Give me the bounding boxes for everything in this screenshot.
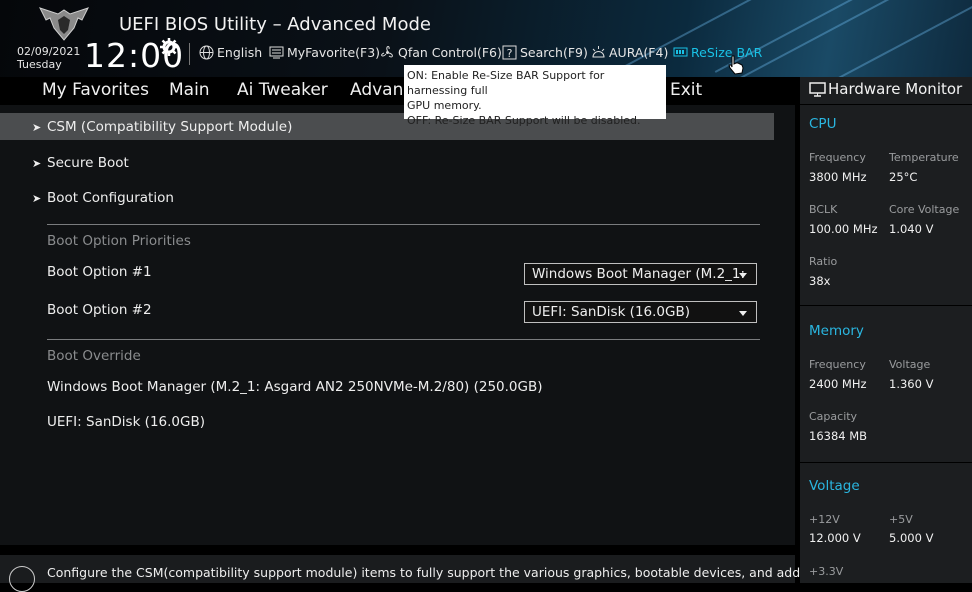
boot-priorities-header: Boot Option Priorities (47, 233, 191, 249)
cpu-temperature-value: 25°C (889, 170, 918, 184)
help-text: Configure the CSM(compatibility support … (47, 565, 873, 580)
bclk-label: BCLK (809, 203, 838, 216)
chevron-right-icon: ➤ (32, 192, 42, 205)
myfavorite-button[interactable]: MyFavorite(F3) (269, 45, 380, 60)
tab-my-favorites[interactable]: My Favorites (42, 80, 149, 100)
boot-override-item[interactable]: UEFI: SanDisk (16.0GB) (47, 414, 205, 430)
tooltip-line: OFF: Re-Size BAR Support will be disable… (407, 114, 641, 127)
chevron-right-icon: ➤ (32, 157, 42, 170)
chevron-down-icon (739, 273, 747, 278)
gear-icon[interactable] (160, 38, 178, 56)
divider (800, 104, 972, 105)
chevron-right-icon: ➤ (32, 121, 42, 134)
aura-button[interactable]: AURA(F4) (591, 45, 668, 60)
boot-option-2-select[interactable]: UEFI: SanDisk (16.0GB) (524, 301, 757, 323)
tooltip-line: ON: Enable Re-Size BAR Support for harne… (407, 69, 605, 97)
question-icon: ? (502, 45, 517, 60)
v5-label: +5V (889, 513, 913, 526)
boot-option-1-select[interactable]: Windows Boot Manager (M.2_1: (524, 263, 757, 285)
tab-exit[interactable]: Exit (670, 80, 702, 100)
cpu-frequency-value: 3800 MHz (809, 170, 867, 184)
memory-capacity-value: 16384 MB (809, 429, 868, 443)
date-text: 02/09/2021 (17, 45, 81, 58)
boot-option-1-label: Boot Option #1 (47, 264, 152, 280)
tab-main[interactable]: Main (169, 80, 210, 100)
v12-value: 12.000 V (809, 531, 861, 545)
qfan-label: Qfan Control(F6) (398, 45, 502, 60)
aura-label: AURA(F4) (609, 45, 669, 60)
date-display: 02/09/2021 Tuesday (17, 45, 80, 71)
resize-bar-icon (673, 47, 688, 57)
myfavorite-label: MyFavorite(F3) (287, 45, 381, 60)
tuf-logo (39, 7, 89, 41)
day-text: Tuesday (17, 58, 62, 71)
memory-capacity-label: Capacity (809, 410, 858, 423)
boot-option-1-value: Windows Boot Manager (M.2_1: (532, 266, 746, 282)
secure-boot-menu-item[interactable]: Secure Boot (47, 155, 129, 171)
core-voltage-label: Core Voltage (889, 203, 960, 216)
monitor-star-icon (269, 46, 284, 59)
monitor-icon (809, 82, 826, 97)
globe-icon (199, 45, 214, 60)
cpu-frequency-label: Frequency (809, 151, 866, 164)
svg-text:?: ? (507, 47, 513, 60)
header-divider (189, 43, 190, 65)
resize-bar-tooltip: ON: Enable Re-Size BAR Support for harne… (404, 65, 666, 127)
boot-option-2-value: UEFI: SanDisk (16.0GB) (532, 304, 690, 320)
divider (47, 339, 760, 340)
boot-configuration-menu-item[interactable]: Boot Configuration (47, 190, 174, 206)
search-label: Search(F9) (520, 45, 588, 60)
resize-bar-button[interactable]: ReSize BAR (673, 45, 762, 60)
divider (800, 305, 972, 306)
search-button[interactable]: ? Search(F9) (502, 45, 588, 60)
boot-override-item[interactable]: Windows Boot Manager (M.2_1: Asgard AN2 … (47, 379, 543, 395)
core-voltage-value: 1.040 V (889, 222, 934, 236)
language-button[interactable]: English (199, 45, 262, 60)
page-title: UEFI BIOS Utility – Advanced Mode (119, 14, 431, 35)
main-panel (0, 105, 795, 545)
boot-override-header: Boot Override (47, 348, 141, 364)
tab-ai-tweaker[interactable]: Ai Tweaker (237, 80, 328, 100)
bclk-value: 100.00 MHz (809, 222, 878, 236)
chevron-down-icon (739, 311, 747, 316)
ratio-label: Ratio (809, 255, 838, 268)
memory-voltage-value: 1.360 V (889, 377, 934, 391)
fan-icon (381, 46, 393, 58)
hardware-monitor-title: Hardware Monitor (828, 80, 963, 98)
memory-voltage-label: Voltage (889, 358, 931, 371)
tooltip-line: GPU memory. (407, 99, 482, 112)
memory-frequency-label: Frequency (809, 358, 866, 371)
voltage-section-title: Voltage (809, 478, 860, 494)
memory-section-title: Memory (809, 323, 864, 339)
aura-icon (592, 46, 605, 58)
v5-value: 5.000 V (889, 531, 934, 545)
cpu-temperature-label: Temperature (889, 151, 959, 164)
divider (800, 462, 972, 463)
language-label: English (217, 45, 263, 60)
v33-label: +3.3V (809, 565, 844, 578)
ratio-value: 38x (809, 274, 831, 288)
info-icon (9, 566, 35, 592)
v12-label: +12V (809, 513, 840, 526)
hand-cursor-icon (728, 55, 744, 75)
cpu-section-title: CPU (809, 116, 837, 132)
boot-option-2-label: Boot Option #2 (47, 302, 152, 318)
memory-frequency-value: 2400 MHz (809, 377, 867, 391)
qfan-button[interactable]: Qfan Control(F6) (380, 45, 502, 60)
divider (47, 224, 760, 225)
csm-menu-item[interactable]: CSM (Compatibility Support Module) (47, 119, 292, 135)
